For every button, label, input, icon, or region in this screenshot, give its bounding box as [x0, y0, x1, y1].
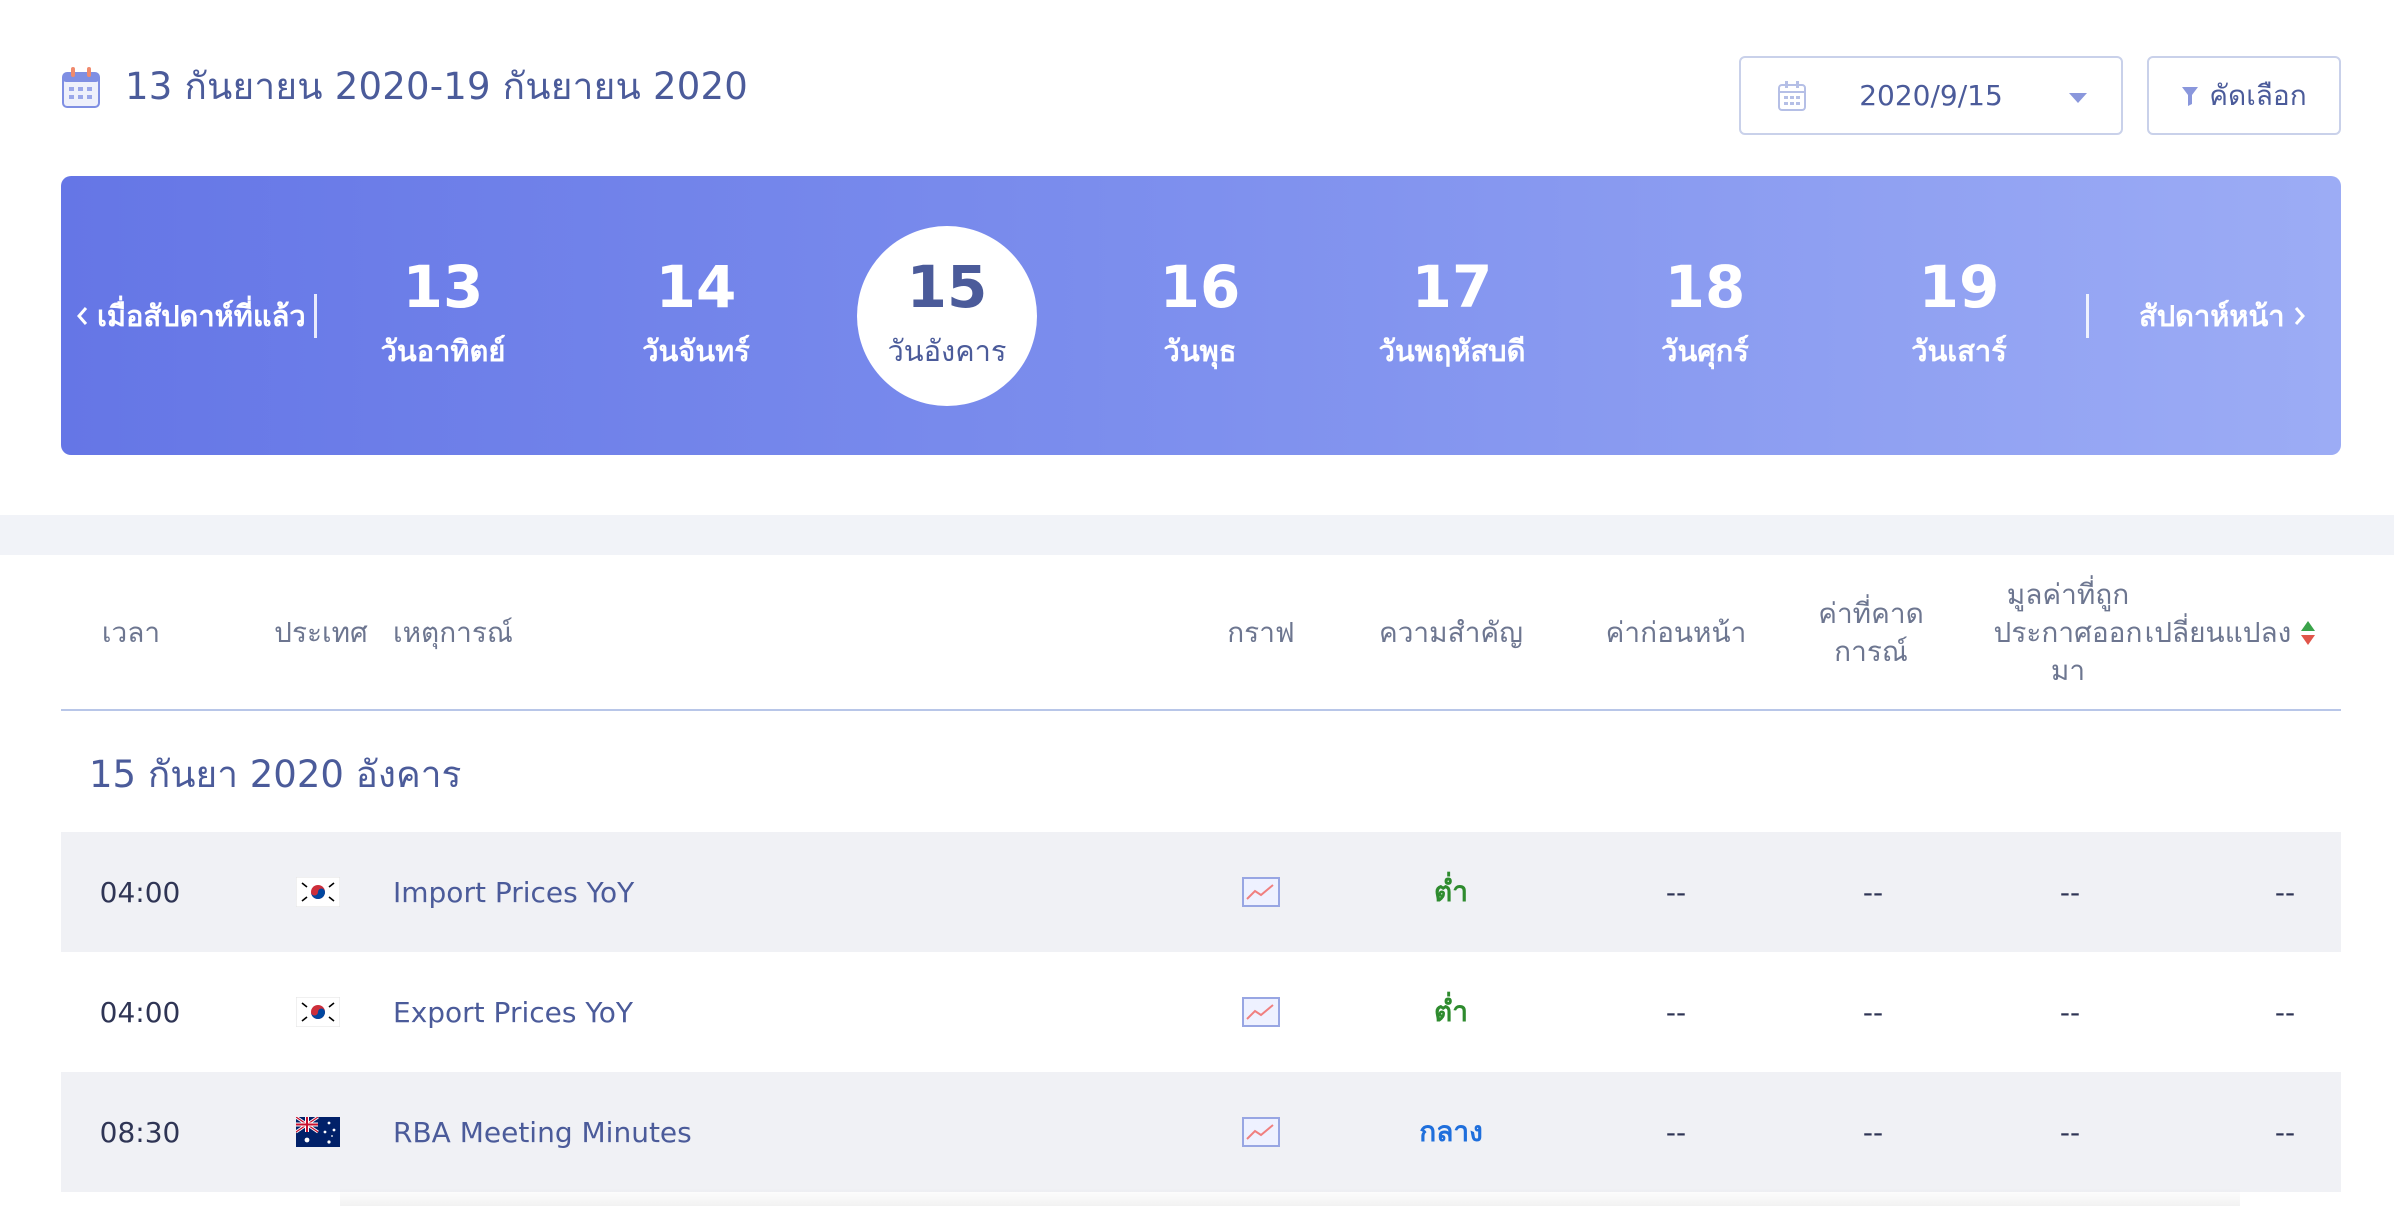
day-number: 13: [402, 253, 484, 321]
table-row[interactable]: 08:30 RBA Meeting Minutes กลาง -- -- -- …: [61, 1072, 2341, 1192]
week-range-title: 13 กันยายน 2020-19 กันยายน 2020: [125, 65, 748, 108]
row-change: --: [2274, 1115, 2296, 1149]
header-importance: ความสำคัญ: [1378, 616, 1524, 649]
header-forecast-line1: ค่าที่คาด: [1818, 597, 1924, 630]
row-event[interactable]: Export Prices YoY: [393, 952, 1193, 1072]
next-week-label: สัปดาห์หน้า: [2139, 298, 2285, 333]
row-change: --: [2274, 875, 2296, 909]
chevron-down-icon: [2069, 93, 2087, 103]
row-actual: --: [2059, 1115, 2081, 1149]
row-actual: --: [2059, 875, 2081, 909]
day-name: วันพุธ: [1163, 334, 1237, 368]
header-actual-line1: มูลค่าที่ถูก: [2006, 578, 2130, 611]
filter-icon: [2182, 86, 2199, 106]
next-week-link[interactable]: สัปดาห์หน้า: [2139, 176, 2307, 455]
date-picker-value: 2020/9/15: [1859, 79, 2003, 112]
table-row[interactable]: 04:00 Import Prices YoY ต่ำ -- -- -- --: [61, 832, 2341, 952]
row-importance: ต่ำ: [1434, 995, 1468, 1028]
day-name: วันอาทิตย์: [380, 334, 506, 368]
header-change[interactable]: เปลี่ยนแปลง: [2121, 555, 2341, 711]
day-wednesday[interactable]: 16 วันพุธ: [1110, 226, 1290, 406]
chart-icon: [1242, 1117, 1280, 1147]
row-forecast: --: [1862, 875, 1884, 909]
south-korea-flag-icon: [296, 877, 340, 907]
row-chart[interactable]: [1221, 952, 1301, 1072]
row-chart[interactable]: [1221, 1072, 1301, 1192]
row-previous: --: [1665, 875, 1687, 909]
day-tuesday-selected[interactable]: 15 วันอังคาร: [857, 226, 1037, 406]
row-time: 04:00: [99, 875, 181, 909]
table-row[interactable]: 04:00 Export Prices YoY ต่ำ -- -- -- --: [61, 952, 2341, 1072]
row-actual: --: [2059, 995, 2081, 1029]
week-range-header: 13 กันยายน 2020-19 กันยายน 2020: [61, 57, 748, 116]
filter-label: คัดเลือก: [2209, 78, 2307, 112]
header-forecast-line2: การณ์: [1834, 635, 1908, 668]
section-divider: [0, 515, 2394, 555]
day-monday[interactable]: 14 วันจันทร์: [606, 226, 786, 406]
date-picker[interactable]: 2020/9/15: [1739, 56, 2123, 135]
sort-icon: [2301, 621, 2316, 645]
week-selector-bar: เมื่อสัปดาห์ที่แล้ว 13 วันอาทิตย์ 14 วัน…: [61, 176, 2341, 455]
day-name: วันพฤหัสบดี: [1378, 334, 1526, 368]
chart-icon: [1242, 877, 1280, 907]
row-country: [273, 1072, 363, 1192]
row-event[interactable]: RBA Meeting Minutes: [393, 1072, 1193, 1192]
chevron-right-icon: [2294, 306, 2305, 325]
australia-flag-icon: [296, 1117, 340, 1147]
row-previous: --: [1665, 1115, 1687, 1149]
previous-week-link[interactable]: เมื่อสัปดาห์ที่แล้ว: [75, 176, 306, 455]
chart-icon: [1242, 997, 1280, 1027]
header-time: เวลา: [101, 616, 161, 649]
header-actual-line3: มา: [2050, 654, 2086, 687]
header-change-label: เปลี่ยนแปลง: [2144, 616, 2292, 649]
table-header: เวลา ประเทศ เหตุการณ์ กราฟ ความสำคัญ ค่า…: [61, 555, 2341, 711]
divider: [2086, 294, 2089, 338]
day-friday[interactable]: 18 วันศุกร์: [1615, 226, 1795, 406]
day-sunday[interactable]: 13 วันอาทิตย์: [353, 226, 533, 406]
day-name: วันเสาร์: [1911, 334, 2007, 368]
day-thursday[interactable]: 17 วันพฤหัสบดี: [1362, 226, 1542, 406]
day-number: 16: [1159, 253, 1241, 321]
row-forecast: --: [1862, 995, 1884, 1029]
day-number: 14: [655, 253, 737, 321]
previous-week-label: เมื่อสัปดาห์ที่แล้ว: [97, 298, 306, 333]
divider: [314, 294, 317, 338]
row-country: [273, 832, 363, 952]
row-forecast: --: [1862, 1115, 1884, 1149]
header-chart: กราฟ: [1227, 616, 1295, 649]
row-event[interactable]: Import Prices YoY: [393, 832, 1193, 952]
header-event: เหตุการณ์: [393, 616, 513, 649]
filter-button[interactable]: คัดเลือก: [2147, 56, 2341, 135]
chevron-left-icon: [77, 306, 88, 325]
day-name: วันศุกร์: [1661, 334, 1749, 368]
day-number: 19: [1918, 253, 2000, 321]
day-number: 15: [906, 253, 988, 321]
row-country: [273, 952, 363, 1072]
south-korea-flag-icon: [296, 997, 340, 1027]
row-time: 08:30: [99, 1115, 181, 1149]
day-number: 17: [1411, 253, 1493, 321]
row-chart[interactable]: [1221, 832, 1301, 952]
date-group-heading: 15 กันยา 2020 อังคาร: [89, 753, 462, 796]
day-name: วันจันทร์: [642, 334, 750, 368]
day-saturday[interactable]: 19 วันเสาร์: [1869, 226, 2049, 406]
row-importance: ต่ำ: [1434, 875, 1468, 908]
scroll-shadow: [340, 1188, 2240, 1206]
row-importance: กลาง: [1419, 1115, 1483, 1148]
row-previous: --: [1665, 995, 1687, 1029]
calendar-icon: [62, 66, 100, 108]
day-number: 18: [1664, 253, 1746, 321]
row-change: --: [2274, 995, 2296, 1029]
header-country: ประเทศ: [274, 616, 368, 649]
day-name: วันอังคาร: [887, 334, 1007, 368]
row-time: 04:00: [99, 995, 181, 1029]
